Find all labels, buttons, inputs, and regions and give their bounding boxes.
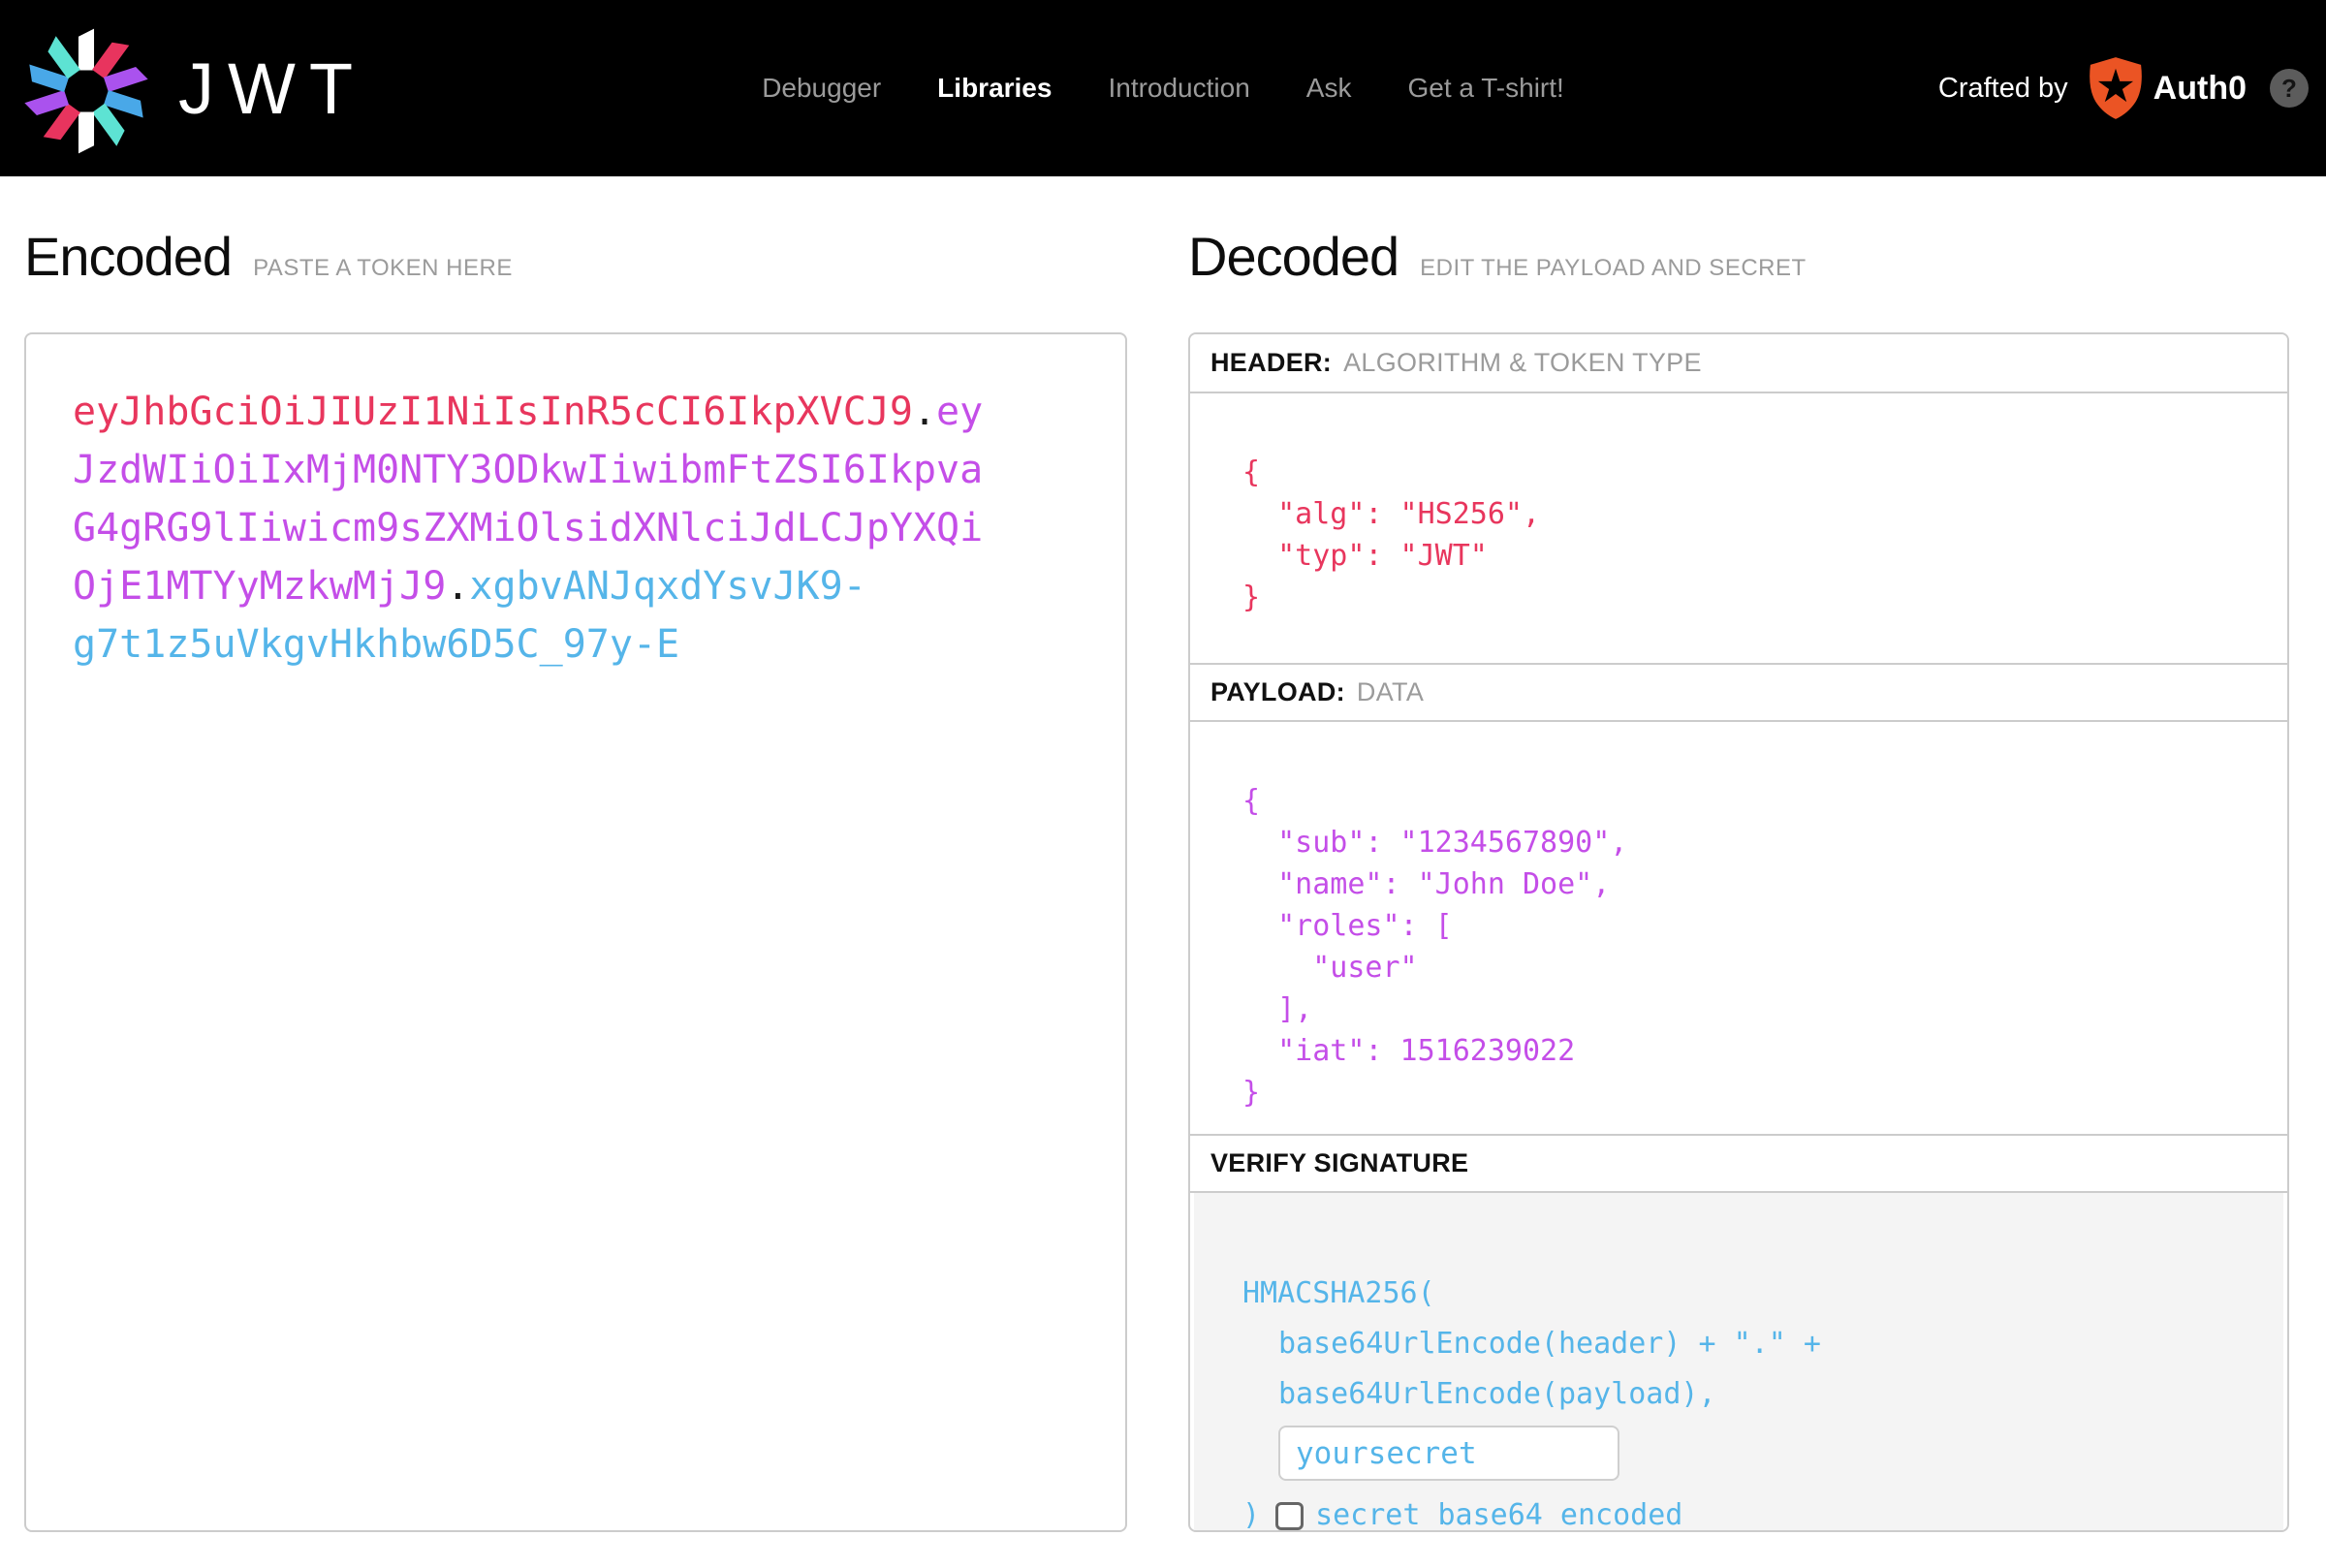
- jwt-token-text[interactable]: eyJhbGciOiJIUzI1NiIsInR5cCI6IkpXVCJ9.eyJ…: [73, 383, 995, 674]
- signature-close-paren: ): [1242, 1490, 1260, 1532]
- jwt-brand[interactable]: JWT: [21, 20, 366, 156]
- decoded-subtitle: EDIT THE PAYLOAD AND SECRET: [1420, 255, 1806, 282]
- decoded-title: Decoded: [1188, 225, 1399, 288]
- token-separator-dot-1: .: [913, 390, 936, 434]
- header-sublabel: ALGORITHM & TOKEN TYPE: [1343, 348, 1702, 378]
- nav-links: Debugger Libraries Introduction Ask Get …: [762, 73, 1564, 104]
- debugger-main: Encoded PASTE A TOKEN HERE Decoded EDIT …: [0, 225, 2326, 1532]
- header-label: HEADER:: [1210, 348, 1332, 378]
- crafted-by-label: Crafted by: [1938, 73, 2068, 105]
- nav-link-libraries[interactable]: Libraries: [937, 73, 1052, 104]
- top-navbar: JWT Debugger Libraries Introduction Ask …: [0, 0, 2326, 176]
- auth0-label[interactable]: Auth0: [2153, 70, 2247, 108]
- crafted-by-group: Crafted by Auth0 ?: [1938, 57, 2309, 119]
- jwt-pinwheel-logo-icon: [21, 26, 151, 156]
- nav-link-introduction[interactable]: Introduction: [1108, 73, 1249, 104]
- secret-input[interactable]: [1278, 1426, 1619, 1481]
- help-question-icon[interactable]: ?: [2270, 69, 2309, 108]
- secret-base64-label[interactable]: secret base64 encoded: [1315, 1490, 1682, 1532]
- secret-base64-checkbox[interactable]: [1275, 1502, 1304, 1530]
- decoded-payload-json[interactable]: { "sub": "1234567890", "name": "John Doe…: [1242, 780, 2268, 1113]
- nav-link-tshirt[interactable]: Get a T-shirt!: [1407, 73, 1563, 104]
- decoded-header-json[interactable]: { "alg": "HS256", "typ": "JWT" }: [1242, 452, 2268, 618]
- encoded-token-panel[interactable]: eyJhbGciOiJIUzI1NiIsInR5cCI6IkpXVCJ9.eyJ…: [24, 332, 1127, 1532]
- jwt-wordmark: JWT: [178, 47, 366, 130]
- signature-line-header: base64UrlEncode(header) + "." +: [1278, 1319, 2264, 1369]
- payload-label: PAYLOAD:: [1210, 677, 1345, 707]
- nav-link-ask[interactable]: Ask: [1306, 73, 1352, 104]
- header-section-label: HEADER: ALGORITHM & TOKEN TYPE: [1190, 334, 2287, 393]
- encoded-title: Encoded: [24, 225, 232, 288]
- nav-link-debugger[interactable]: Debugger: [762, 73, 881, 104]
- decoded-panel: HEADER: ALGORITHM & TOKEN TYPE { "alg": …: [1188, 332, 2289, 1532]
- verify-signature-section-label: VERIFY SIGNATURE: [1190, 1134, 2287, 1193]
- payload-sublabel: DATA: [1357, 677, 1424, 707]
- signature-line-hmac: HMACSHA256(: [1242, 1269, 2264, 1319]
- auth0-shield-icon[interactable]: [2088, 57, 2144, 119]
- payload-section-label: PAYLOAD: DATA: [1190, 663, 2287, 722]
- signature-line-payload: base64UrlEncode(payload),: [1278, 1369, 2264, 1420]
- column-titles: Encoded PASTE A TOKEN HERE Decoded EDIT …: [24, 225, 2289, 288]
- token-separator-dot-2: .: [446, 564, 469, 609]
- encoded-subtitle: PASTE A TOKEN HERE: [253, 255, 513, 282]
- verify-signature-label: VERIFY SIGNATURE: [1210, 1148, 1468, 1178]
- verify-signature-box: HMACSHA256( base64UrlEncode(header) + ".…: [1194, 1193, 2283, 1532]
- token-header-segment[interactable]: eyJhbGciOiJIUzI1NiIsInR5cCI6IkpXVCJ9: [73, 390, 913, 434]
